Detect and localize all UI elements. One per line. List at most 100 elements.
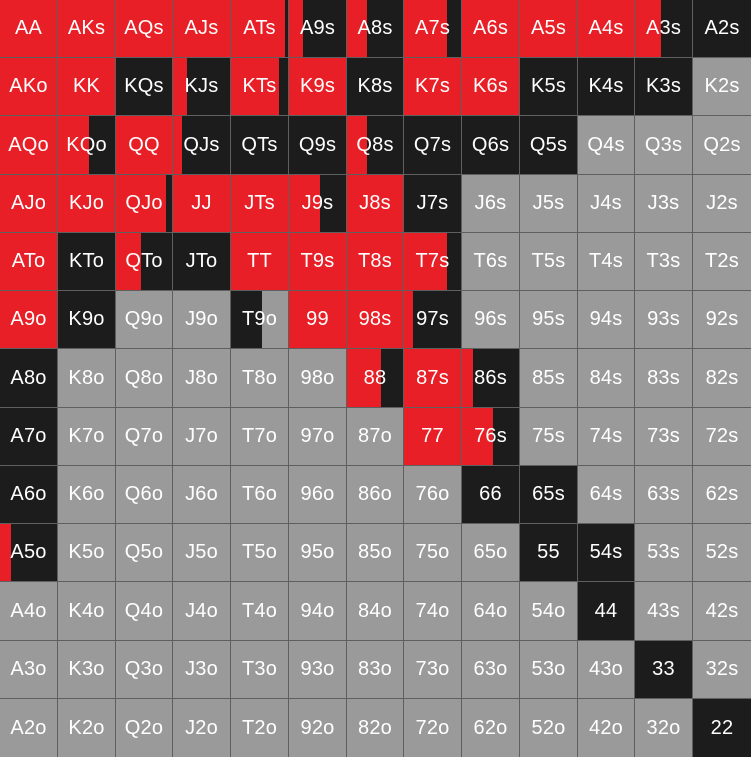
hand-cell[interactable]: T9s (289, 233, 347, 291)
hand-cell[interactable]: AKs (58, 0, 116, 58)
hand-cell[interactable]: AQs (116, 0, 173, 58)
hand-cell[interactable]: KQo (58, 116, 116, 175)
hand-cell[interactable]: 76o (404, 466, 462, 524)
hand-cell[interactable]: A5o (0, 524, 58, 582)
hand-cell[interactable]: 84o (347, 582, 404, 641)
hand-cell[interactable]: Q4s (578, 116, 635, 175)
hand-cell[interactable]: JTs (231, 175, 289, 233)
hand-cell[interactable]: K2o (58, 699, 116, 757)
hand-cell[interactable]: 93s (635, 291, 693, 349)
hand-cell[interactable]: 53s (635, 524, 693, 582)
hand-cell[interactable]: J4o (173, 582, 231, 641)
hand-cell[interactable]: Q5s (520, 116, 578, 175)
hand-cell[interactable]: J2o (173, 699, 231, 757)
hand-cell[interactable]: 82o (347, 699, 404, 757)
hand-cell[interactable]: J3o (173, 641, 231, 699)
hand-cell[interactable]: A6o (0, 466, 58, 524)
hand-cell[interactable]: 93o (289, 641, 347, 699)
hand-cell[interactable]: 86s (462, 349, 520, 408)
hand-cell[interactable]: 96s (462, 291, 520, 349)
hand-cell[interactable]: J7o (173, 408, 231, 466)
hand-cell[interactable]: J8s (347, 175, 404, 233)
hand-cell[interactable]: T3s (635, 233, 693, 291)
hand-cell[interactable]: QQ (116, 116, 173, 175)
hand-cell[interactable]: KTs (231, 58, 289, 116)
hand-cell[interactable]: 92o (289, 699, 347, 757)
hand-cell[interactable]: 64o (462, 582, 520, 641)
hand-cell[interactable]: Q2o (116, 699, 173, 757)
hand-cell[interactable]: A6s (462, 0, 520, 58)
hand-cell[interactable]: 87s (404, 349, 462, 408)
hand-cell[interactable]: J2s (693, 175, 751, 233)
hand-cell[interactable]: A2s (693, 0, 751, 58)
hand-cell[interactable]: 43o (578, 641, 635, 699)
hand-cell[interactable]: Q6o (116, 466, 173, 524)
hand-cell[interactable]: K8s (347, 58, 404, 116)
hand-cell[interactable]: 95o (289, 524, 347, 582)
hand-cell[interactable]: T7s (404, 233, 462, 291)
hand-cell[interactable]: J6s (462, 175, 520, 233)
hand-cell[interactable]: 64s (578, 466, 635, 524)
hand-cell[interactable]: K6s (462, 58, 520, 116)
hand-cell[interactable]: T4o (231, 582, 289, 641)
hand-cell[interactable]: Q2s (693, 116, 751, 175)
hand-cell[interactable]: J9s (289, 175, 347, 233)
hand-cell[interactable]: KQs (116, 58, 173, 116)
hand-cell[interactable]: 32o (635, 699, 693, 757)
hand-cell[interactable]: 65o (462, 524, 520, 582)
hand-cell[interactable]: A7o (0, 408, 58, 466)
hand-cell[interactable]: TT (231, 233, 289, 291)
hand-cell[interactable]: KK (58, 58, 116, 116)
hand-cell[interactable]: 62s (693, 466, 751, 524)
hand-cell[interactable]: 73s (635, 408, 693, 466)
hand-cell[interactable]: 82s (693, 349, 751, 408)
hand-cell[interactable]: A3s (635, 0, 693, 58)
hand-cell[interactable]: Q9o (116, 291, 173, 349)
hand-cell[interactable]: T3o (231, 641, 289, 699)
hand-cell[interactable]: A5s (520, 0, 578, 58)
hand-cell[interactable]: K9o (58, 291, 116, 349)
hand-cell[interactable]: 83o (347, 641, 404, 699)
hand-cell[interactable]: Q4o (116, 582, 173, 641)
hand-cell[interactable]: KJs (173, 58, 231, 116)
hand-cell[interactable]: 52o (520, 699, 578, 757)
hand-cell[interactable]: J7s (404, 175, 462, 233)
hand-cell[interactable]: QTs (231, 116, 289, 175)
hand-cell[interactable]: 33 (635, 641, 693, 699)
hand-cell[interactable]: 98o (289, 349, 347, 408)
hand-cell[interactable]: 83s (635, 349, 693, 408)
hand-cell[interactable]: KJo (58, 175, 116, 233)
hand-cell[interactable]: K8o (58, 349, 116, 408)
hand-cell[interactable]: 94s (578, 291, 635, 349)
hand-cell[interactable]: A8o (0, 349, 58, 408)
hand-cell[interactable]: J6o (173, 466, 231, 524)
hand-cell[interactable]: 52s (693, 524, 751, 582)
hand-cell[interactable]: A7s (404, 0, 462, 58)
hand-cell[interactable]: AQo (0, 116, 58, 175)
hand-cell[interactable]: J9o (173, 291, 231, 349)
hand-cell[interactable]: 65s (520, 466, 578, 524)
hand-cell[interactable]: 63s (635, 466, 693, 524)
hand-cell[interactable]: A4o (0, 582, 58, 641)
hand-cell[interactable]: A3o (0, 641, 58, 699)
hand-cell[interactable]: K7s (404, 58, 462, 116)
hand-cell[interactable]: AA (0, 0, 58, 58)
hand-cell[interactable]: 22 (693, 699, 751, 757)
hand-cell[interactable]: Q3o (116, 641, 173, 699)
hand-cell[interactable]: A4s (578, 0, 635, 58)
hand-cell[interactable]: 92s (693, 291, 751, 349)
hand-cell[interactable]: 32s (693, 641, 751, 699)
hand-cell[interactable]: 86o (347, 466, 404, 524)
hand-cell[interactable]: J5o (173, 524, 231, 582)
hand-cell[interactable]: 66 (462, 466, 520, 524)
hand-cell[interactable]: 87o (347, 408, 404, 466)
hand-cell[interactable]: AJs (173, 0, 231, 58)
hand-cell[interactable]: T2s (693, 233, 751, 291)
hand-cell[interactable]: 72s (693, 408, 751, 466)
hand-cell[interactable]: ATs (231, 0, 289, 58)
hand-cell[interactable]: 72o (404, 699, 462, 757)
hand-cell[interactable]: 55 (520, 524, 578, 582)
hand-cell[interactable]: T2o (231, 699, 289, 757)
hand-cell[interactable]: 44 (578, 582, 635, 641)
hand-cell[interactable]: 73o (404, 641, 462, 699)
